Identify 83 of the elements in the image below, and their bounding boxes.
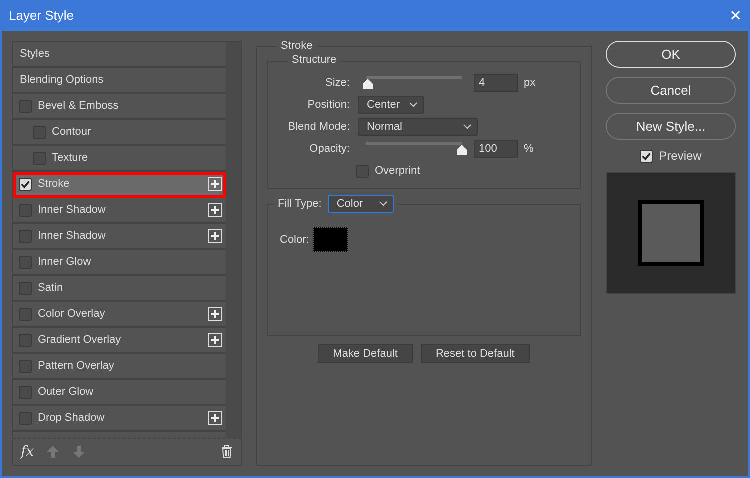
add-icon[interactable] [208, 307, 222, 321]
effect-list-item[interactable]: Color Overlay [13, 302, 226, 328]
effect-list-item[interactable]: Gradient Overlay [13, 328, 226, 354]
color-swatch[interactable] [313, 227, 348, 252]
checkbox[interactable] [19, 204, 32, 216]
checkbox[interactable] [19, 334, 32, 346]
styles-list-item[interactable]: Styles [13, 42, 226, 68]
effect-label: Pattern Overlay [38, 360, 116, 372]
preview-square [638, 200, 704, 266]
effect-label: Inner Shadow [38, 230, 107, 242]
effect-label: Inner Glow [38, 256, 92, 268]
caret-icon [409, 102, 418, 108]
effect-label: Texture [52, 152, 90, 164]
effect-label: Color Overlay [38, 308, 106, 320]
checkbox[interactable] [19, 308, 32, 320]
unit-label: % [524, 143, 534, 155]
default-button[interactable]: Make Default [318, 344, 413, 363]
slider-thumb[interactable] [362, 79, 374, 89]
effect-label: Gradient Overlay [38, 334, 122, 346]
move-down-icon[interactable] [72, 445, 86, 459]
effect-label: Stroke [38, 178, 71, 190]
field-label: Fill Type: [278, 198, 322, 210]
effect-list-item[interactable]: Drop Shadow [13, 406, 226, 432]
default-button[interactable]: Reset to Default [420, 344, 530, 363]
effect-list-item[interactable]: Satin [13, 276, 226, 302]
group-title: Structure [288, 54, 341, 66]
checkbox[interactable] [19, 386, 32, 398]
checkbox-label: Preview [659, 149, 702, 163]
dialog-button[interactable]: New Style... [606, 113, 736, 140]
unit-label: px [524, 77, 536, 89]
field-label: Position: [306, 99, 350, 111]
checkbox[interactable] [19, 412, 32, 424]
effect-label: Contour [52, 126, 92, 138]
checkbox[interactable] [640, 150, 654, 162]
checkbox-label: Overprint [375, 165, 420, 177]
close-button[interactable]: ✕ [722, 6, 750, 24]
checkbox[interactable] [19, 256, 32, 268]
effect-list-item[interactable]: Stroke [13, 172, 226, 198]
checkbox[interactable] [19, 360, 32, 372]
checkbox[interactable] [19, 230, 32, 242]
effect-list-item[interactable]: Inner Shadow [13, 224, 226, 250]
checkbox[interactable] [356, 164, 369, 178]
effect-label: Bevel & Emboss [38, 100, 120, 112]
move-up-icon[interactable] [46, 445, 60, 459]
checkbox[interactable] [33, 126, 46, 138]
field-label: Size: [324, 77, 350, 89]
styles-list-item[interactable]: Blending Options [13, 68, 226, 94]
effect-list-item[interactable]: Outer Glow [13, 380, 226, 406]
opacity-input[interactable]: 100 [474, 140, 518, 158]
fill-type-dropdown[interactable]: Color [328, 195, 394, 213]
fx-button[interactable]: fx [21, 444, 34, 460]
slider-thumb[interactable] [456, 145, 468, 155]
add-icon[interactable] [208, 411, 222, 425]
field-label: Opacity: [308, 143, 350, 155]
effect-label: Outer Glow [38, 386, 95, 398]
field-label: Blend Mode: [287, 121, 350, 133]
checkbox[interactable] [19, 282, 32, 294]
window-title: Layer Style [8, 8, 76, 23]
add-icon[interactable] [208, 177, 222, 191]
effect-label: Inner Shadow [38, 204, 107, 216]
effect-list-item[interactable]: Contour [13, 120, 226, 146]
effect-list-item[interactable]: Inner Glow [13, 250, 226, 276]
add-icon[interactable] [208, 333, 222, 347]
effect-label: Drop Shadow [38, 412, 106, 424]
caret-icon [463, 124, 472, 130]
add-icon[interactable] [208, 229, 222, 243]
caret-icon [378, 201, 388, 207]
effect-label: Satin [38, 282, 64, 294]
blend-mode-dropdown[interactable]: Normal [358, 118, 478, 136]
add-icon[interactable] [208, 203, 222, 217]
dialog-button[interactable]: OK [606, 41, 736, 68]
effect-list-item[interactable]: Inner Shadow [13, 198, 226, 224]
dialog-button[interactable]: Cancel [606, 77, 736, 104]
group-title: Stroke [277, 40, 317, 52]
effect-list-item[interactable]: Pattern Overlay [13, 354, 226, 380]
checkbox[interactable] [33, 152, 46, 164]
trash-icon[interactable] [221, 445, 233, 459]
position-dropdown[interactable]: Center [358, 96, 424, 114]
effect-list-item[interactable]: Bevel & Emboss [13, 94, 226, 120]
checkbox[interactable] [19, 178, 32, 190]
checkbox[interactable] [19, 100, 32, 112]
size-input[interactable]: 4 [474, 74, 518, 92]
field-label: Color: [280, 234, 310, 246]
